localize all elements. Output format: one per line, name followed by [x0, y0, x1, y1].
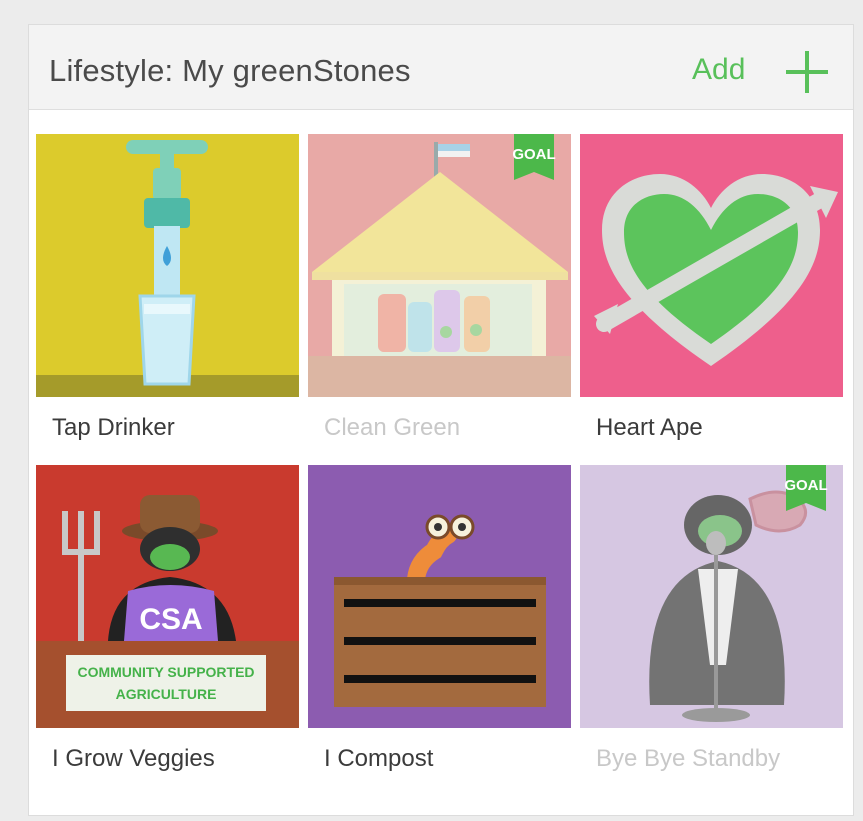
greenstone-tile-tap-drinker[interactable]: Tap Drinker: [36, 134, 299, 441]
panel-header: Lifestyle: My greenStones Add: [29, 25, 853, 110]
tile-label: Tap Drinker: [52, 414, 175, 441]
tile-label: Clean Green: [324, 414, 461, 441]
page-title: Lifestyle: My greenStones: [49, 53, 411, 88]
tile-label: Heart Ape: [596, 414, 703, 441]
shirt-text: CSA: [139, 603, 202, 636]
greenstone-tile-heart-ape[interactable]: Heart Ape: [580, 134, 843, 441]
sign-line-2: AGRICULTURE: [116, 686, 217, 702]
goal-badge-label: GOAL: [512, 146, 555, 163]
greenstone-tile-i-grow-veggies[interactable]: CSA COMMUNITY SUPPORTED AGRICULTURE I Gr…: [36, 465, 299, 772]
greenstone-tile-i-compost[interactable]: I Compost: [308, 465, 571, 772]
cleaning-products-tent-icon: GOAL: [308, 134, 571, 397]
heart-arrow-icon: [580, 134, 843, 397]
goal-badge-label: GOAL: [784, 477, 827, 494]
greenstones-panel: Lifestyle: My greenStones Add Tap Drinke…: [28, 24, 854, 816]
add-button[interactable]: Add: [692, 53, 745, 87]
tile-label: I Compost: [324, 745, 434, 772]
gorilla-microphone-icon: GOAL: [580, 465, 843, 728]
worm-compost-crate-icon: [308, 465, 571, 728]
plus-icon[interactable]: [784, 49, 830, 95]
greenstone-tile-bye-bye-standby[interactable]: GOAL Bye Bye Standby: [580, 465, 843, 772]
tile-label: Bye Bye Standby: [596, 745, 781, 772]
gorilla-farmer-icon: CSA COMMUNITY SUPPORTED AGRICULTURE: [36, 465, 299, 728]
greenstone-tile-clean-green[interactable]: GOAL Clean Green: [308, 134, 571, 441]
sign-line-1: COMMUNITY SUPPORTED: [77, 664, 254, 680]
tap-water-glass-icon: [36, 134, 299, 397]
tile-label: I Grow Veggies: [52, 745, 215, 772]
